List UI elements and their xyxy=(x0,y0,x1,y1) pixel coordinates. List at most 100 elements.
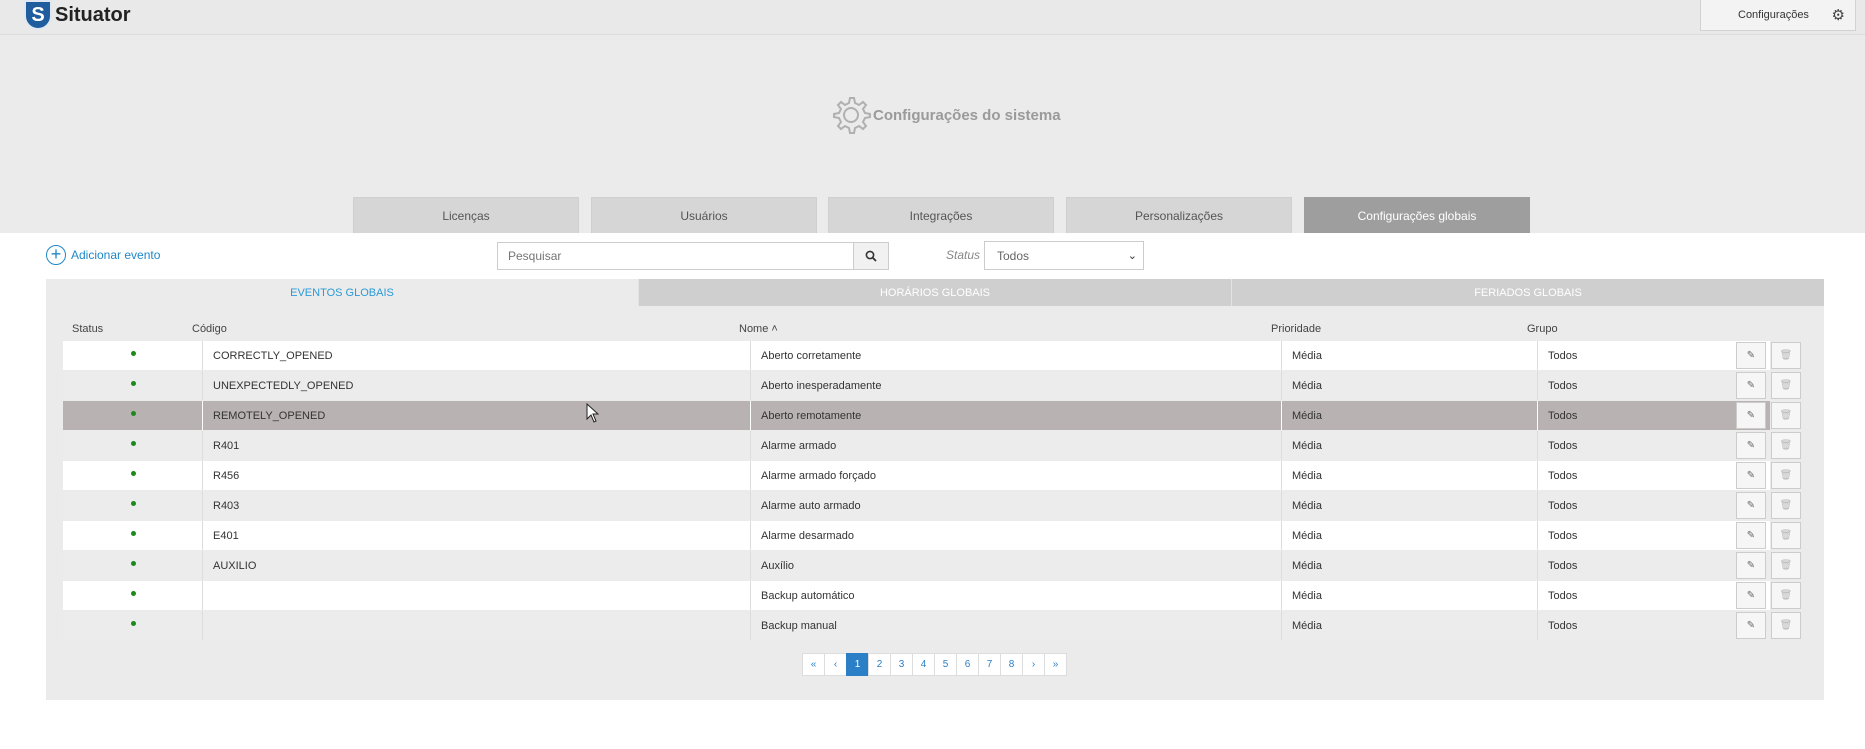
tab-licencas[interactable]: Licenças xyxy=(353,197,579,233)
gear-outline-icon xyxy=(833,97,871,134)
cell-name: Backup automático xyxy=(750,581,1281,610)
pencil-icon: ✎ xyxy=(1746,440,1756,451)
edit-button[interactable]: ✎ xyxy=(1736,432,1766,459)
edit-button[interactable]: ✎ xyxy=(1736,582,1766,609)
table-row[interactable]: Backup manual Média Todos xyxy=(63,611,1770,640)
add-event-button[interactable]: + Adicionar evento xyxy=(46,245,160,265)
table-row[interactable]: AUXILIO Auxílio Média Todos xyxy=(63,551,1770,580)
status-active-indicator xyxy=(131,591,136,596)
pagination-item[interactable]: 4 xyxy=(912,653,935,676)
trash-icon: 🗑 xyxy=(1779,500,1793,511)
cell-name: Alarme auto armado xyxy=(750,491,1281,520)
mouse-cursor-icon xyxy=(586,403,599,423)
delete-button[interactable]: 🗑 xyxy=(1771,582,1801,609)
pagination-item[interactable]: › xyxy=(1022,653,1045,676)
cell-group: Todos xyxy=(1537,491,1722,520)
delete-button[interactable]: 🗑 xyxy=(1771,372,1801,399)
table-row[interactable]: R456 Alarme armado forçado Média Todos xyxy=(63,461,1770,490)
status-select[interactable]: Todos ⌄ xyxy=(984,241,1144,270)
delete-button[interactable]: 🗑 xyxy=(1771,462,1801,489)
cell-name: Aberto inesperadamente xyxy=(750,371,1281,400)
delete-button[interactable]: 🗑 xyxy=(1771,492,1801,519)
page-title: Configurações do sistema xyxy=(831,95,1061,135)
configuration-button[interactable]: Configurações ⚙ xyxy=(1700,0,1856,31)
pagination-item[interactable]: » xyxy=(1044,653,1067,676)
trash-icon: 🗑 xyxy=(1779,350,1793,361)
edit-button[interactable]: ✎ xyxy=(1736,462,1766,489)
tab-feriados-globais[interactable]: FERIADOS GLOBAIS xyxy=(1231,279,1824,306)
edit-button[interactable]: ✎ xyxy=(1736,342,1766,369)
tab-personalizacoes[interactable]: Personalizações xyxy=(1066,197,1292,233)
trash-icon: 🗑 xyxy=(1779,440,1793,451)
search-input[interactable] xyxy=(498,243,853,269)
table-row[interactable]: R403 Alarme auto armado Média Todos xyxy=(63,491,1770,520)
column-header-codigo[interactable]: Código xyxy=(192,323,227,335)
search-icon xyxy=(865,250,877,262)
search-button[interactable] xyxy=(853,243,888,269)
status-filter-label: Status xyxy=(946,248,981,262)
pagination-item[interactable]: ‹ xyxy=(824,653,847,676)
pagination-item[interactable]: « xyxy=(802,653,825,676)
tab-eventos-globais[interactable]: EVENTOS GLOBAIS xyxy=(46,279,638,306)
column-header-prioridade[interactable]: Prioridade xyxy=(1271,323,1321,335)
status-active-indicator xyxy=(131,561,136,566)
edit-button[interactable]: ✎ xyxy=(1736,522,1766,549)
delete-button[interactable]: 🗑 xyxy=(1771,402,1801,429)
delete-button[interactable]: 🗑 xyxy=(1771,342,1801,369)
column-header-grupo[interactable]: Grupo xyxy=(1527,323,1558,335)
add-circle-icon: + xyxy=(46,245,66,265)
trash-icon: 🗑 xyxy=(1779,380,1793,391)
cell-code: R401 xyxy=(202,431,750,460)
delete-button[interactable]: 🗑 xyxy=(1771,552,1801,579)
cell-code: E401 xyxy=(202,521,750,550)
table-row[interactable]: CORRECTLY_OPENED Aberto corretamente Média… xyxy=(63,341,1770,370)
configuration-button-label: Configurações xyxy=(1738,9,1809,21)
table-row[interactable]: Backup automático Média Todos xyxy=(63,581,1770,610)
table-row[interactable]: REMOTELY_OPENED Aberto remotamente Média To… xyxy=(63,401,1770,430)
pagination-item[interactable]: 3 xyxy=(890,653,913,676)
sort-ascending-icon: ˄ xyxy=(771,323,778,335)
tab-configuracoes-globais[interactable]: Configurações globais xyxy=(1304,197,1530,233)
table-header: Status Código Nome ˄ Prioridade Grupo xyxy=(63,323,1773,339)
edit-button[interactable]: ✎ xyxy=(1736,372,1766,399)
cell-name: Alarme desarmado xyxy=(750,521,1281,550)
cell-priority: Média xyxy=(1281,611,1537,640)
cell-group: Todos xyxy=(1537,341,1722,370)
edit-button[interactable]: ✎ xyxy=(1736,612,1766,639)
delete-button[interactable]: 🗑 xyxy=(1771,432,1801,459)
cell-priority: Média xyxy=(1281,581,1537,610)
gear-icon: ⚙ xyxy=(1831,7,1845,24)
pagination: «‹ 1 2 3 4 5 6 7 8 ›» xyxy=(802,653,1067,676)
column-header-nome[interactable]: Nome ˄ xyxy=(739,323,778,335)
pencil-icon: ✎ xyxy=(1746,380,1756,391)
pagination-item[interactable]: 1 xyxy=(846,653,869,676)
app-logo[interactable]: S Situator xyxy=(24,0,131,30)
cell-name: Alarme armado forçado xyxy=(750,461,1281,490)
status-select-value: Todos xyxy=(997,248,1030,263)
cell-group: Todos xyxy=(1537,461,1722,490)
cell-priority: Média xyxy=(1281,431,1537,460)
table-row[interactable]: E401 Alarme desarmado Média Todos xyxy=(63,521,1770,550)
chevron-down-icon: ⌄ xyxy=(1127,250,1137,262)
table-row[interactable]: R401 Alarme armado Média Todos xyxy=(63,431,1770,460)
pagination-item[interactable]: 7 xyxy=(978,653,1001,676)
table-row[interactable]: UNEXPECTEDLY_OPENED Aberto inesperadament… xyxy=(63,371,1770,400)
tab-usuarios[interactable]: Usuários xyxy=(591,197,817,233)
tab-horarios-globais[interactable]: HORÁRIOS GLOBAIS xyxy=(638,279,1231,306)
edit-button[interactable]: ✎ xyxy=(1736,552,1766,579)
delete-button[interactable]: 🗑 xyxy=(1771,522,1801,549)
column-header-status[interactable]: Status xyxy=(72,323,103,335)
cell-code: CORRECTLY_OPENED xyxy=(202,341,750,370)
cell-name: Backup manual xyxy=(750,611,1281,640)
pencil-icon: ✎ xyxy=(1746,470,1756,481)
pagination-item[interactable]: 5 xyxy=(934,653,957,676)
tab-integracoes[interactable]: Integrações xyxy=(828,197,1054,233)
pagination-item[interactable]: 8 xyxy=(1000,653,1023,676)
cell-name: Alarme armado xyxy=(750,431,1281,460)
cell-code: R456 xyxy=(202,461,750,490)
pagination-item[interactable]: 2 xyxy=(868,653,891,676)
delete-button[interactable]: 🗑 xyxy=(1771,612,1801,639)
edit-button[interactable]: ✎ xyxy=(1736,492,1766,519)
edit-button[interactable]: ✎ xyxy=(1736,402,1766,429)
pagination-item[interactable]: 6 xyxy=(956,653,979,676)
